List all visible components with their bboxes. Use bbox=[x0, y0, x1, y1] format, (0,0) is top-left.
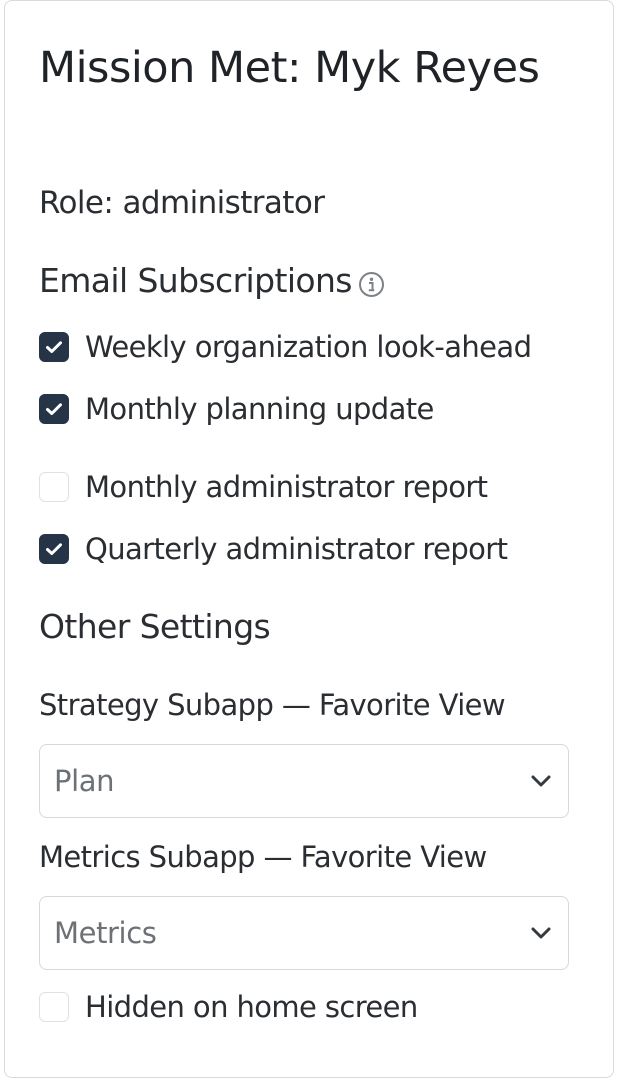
checkbox-label: Quarterly administrator report bbox=[85, 532, 508, 566]
check-icon bbox=[46, 341, 62, 353]
checkbox-label: Weekly organization look-ahead bbox=[85, 330, 532, 364]
metrics-favorite-label: Metrics Subapp — Favorite View bbox=[39, 840, 487, 874]
checkbox-label: Monthly administrator report bbox=[85, 470, 488, 504]
hidden-on-home-toggle[interactable]: Hidden on home screen bbox=[39, 987, 418, 1027]
email-subscriptions-heading-text: Email Subscriptions bbox=[39, 261, 352, 300]
check-icon bbox=[46, 543, 62, 555]
select-value: Metrics bbox=[54, 916, 157, 950]
checkbox[interactable] bbox=[39, 534, 69, 564]
checkbox[interactable] bbox=[39, 992, 69, 1022]
chevron-down-icon bbox=[531, 927, 551, 939]
check-icon bbox=[46, 403, 62, 415]
checkbox[interactable] bbox=[39, 332, 69, 362]
checkbox[interactable] bbox=[39, 472, 69, 502]
role-text: Role: administrator bbox=[39, 185, 325, 221]
chevron-down-icon bbox=[531, 775, 551, 787]
checkbox[interactable] bbox=[39, 394, 69, 424]
strategy-favorite-select[interactable]: Plan bbox=[39, 744, 569, 818]
email-subscriptions-heading: Email Subscriptions bbox=[39, 261, 385, 301]
metrics-favorite-select[interactable]: Metrics bbox=[39, 896, 569, 970]
checkbox-label: Monthly planning update bbox=[85, 392, 434, 426]
strategy-favorite-label: Strategy Subapp — Favorite View bbox=[39, 688, 506, 722]
checkbox-label: Hidden on home screen bbox=[85, 990, 418, 1024]
select-value: Plan bbox=[54, 764, 115, 798]
info-circle-icon[interactable] bbox=[358, 267, 385, 297]
other-settings-heading: Other Settings bbox=[39, 607, 271, 646]
page-title: Mission Met: Myk Reyes bbox=[39, 43, 540, 93]
subscription-weekly-look-ahead[interactable]: Weekly organization look-ahead bbox=[39, 327, 532, 367]
settings-card: Mission Met: Myk Reyes Role: administrat… bbox=[4, 0, 614, 1078]
subscription-quarterly-administrator-report[interactable]: Quarterly administrator report bbox=[39, 529, 508, 569]
subscription-monthly-administrator-report[interactable]: Monthly administrator report bbox=[39, 467, 488, 507]
subscription-monthly-planning-update[interactable]: Monthly planning update bbox=[39, 389, 434, 429]
